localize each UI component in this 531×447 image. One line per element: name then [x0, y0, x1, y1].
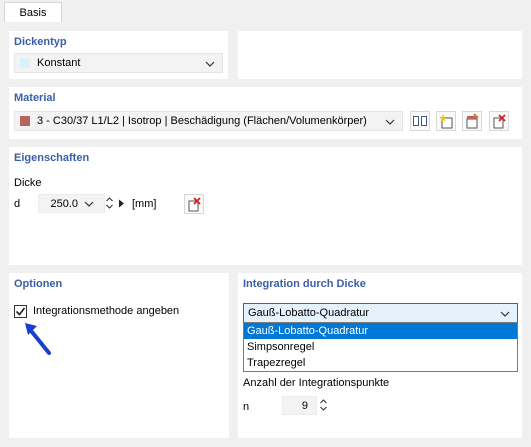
delete-material-button[interactable] [489, 111, 509, 131]
delete-icon [188, 197, 201, 212]
chevron-down-icon [500, 311, 510, 317]
points-input[interactable]: 9 [282, 396, 317, 415]
optionen-title: Optionen [14, 278, 63, 290]
dicke-label: Dicke [14, 177, 42, 189]
delete-material-icon [493, 114, 506, 129]
dicke-input[interactable]: 250.0 [38, 194, 105, 213]
eigenschaften-section: Eigenschaften Dicke d 250.0 [mm] [9, 147, 522, 265]
integration-method-checkbox[interactable] [14, 305, 27, 318]
pointer-arrow-icon [25, 323, 51, 355]
dickentyp-dropdown[interactable]: Konstant [14, 53, 223, 73]
integration-title: Integration durch Dicke [243, 278, 366, 290]
edit-material-icon [466, 113, 479, 129]
material-color-swatch [20, 116, 30, 126]
eigenschaften-title: Eigenschaften [14, 152, 90, 164]
empty-section [238, 31, 522, 79]
option-gauss-lobatto[interactable]: Gauß-Lobatto-Quadratur [244, 323, 517, 339]
delete-thickness-button[interactable] [184, 194, 204, 214]
dickentyp-color-swatch [20, 58, 30, 68]
integration-selected: Gauß-Lobatto-Quadratur [248, 307, 370, 319]
points-value: 9 [301, 400, 308, 412]
spin-icon[interactable] [105, 195, 114, 211]
tab-basis[interactable]: Basis [4, 2, 62, 23]
play-icon[interactable] [118, 199, 125, 208]
new-material-button[interactable] [436, 111, 456, 131]
edit-material-button[interactable] [462, 111, 482, 131]
integration-method-label[interactable]: Integrationsmethode angeben [33, 305, 179, 317]
new-material-icon [439, 114, 453, 129]
dickentyp-value: Konstant [37, 57, 81, 69]
spin-icon[interactable] [319, 397, 328, 413]
chevron-down-icon [205, 61, 215, 67]
dickentyp-section: Dickentyp Konstant [9, 31, 228, 79]
optionen-section: Optionen Integrationsmethode angeben [9, 273, 229, 438]
material-dropdown[interactable]: 3 - C30/37 L1/L2 | Isotrop | Beschädigun… [14, 111, 403, 131]
material-section: Material 3 - C30/37 L1/L2 | Isotrop | Be… [9, 87, 522, 139]
checkmark-icon [15, 307, 26, 316]
dicke-value: 250.0 [50, 198, 78, 210]
chevron-down-icon [385, 119, 395, 125]
points-symbol: n [243, 401, 250, 413]
option-simpson[interactable]: Simpsonregel [244, 339, 517, 355]
integration-options-list: Gauß-Lobatto-Quadratur Simpsonregel Trap… [243, 322, 518, 372]
material-title: Material [14, 92, 56, 104]
material-library-button[interactable] [410, 111, 430, 131]
material-value: 3 - C30/37 L1/L2 | Isotrop | Beschädigun… [37, 115, 367, 127]
tab-bar: Basis [0, 0, 531, 23]
dickentyp-title: Dickentyp [14, 36, 67, 48]
integration-dropdown[interactable]: Gauß-Lobatto-Quadratur [243, 303, 518, 323]
dicke-symbol: d [14, 198, 21, 210]
dicke-unit: [mm] [132, 198, 157, 210]
option-trapez[interactable]: Trapezregel [244, 355, 517, 371]
points-label: Anzahl der Integrationspunkte [243, 377, 390, 389]
library-icon [413, 116, 427, 126]
integration-section: Integration durch Dicke Gauß-Lobatto-Qua… [238, 273, 522, 438]
chevron-down-icon[interactable] [83, 198, 95, 210]
